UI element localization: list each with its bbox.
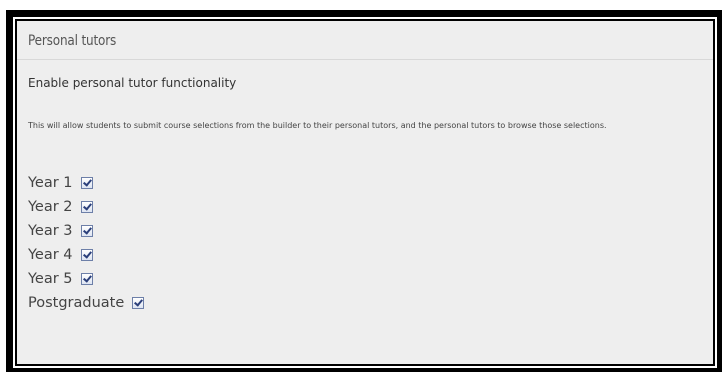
checkbox-year-4[interactable] xyxy=(80,249,93,261)
checkbox-row-postgraduate: Postgraduate xyxy=(28,291,145,315)
checkbox-row-year-5: Year 5 xyxy=(28,267,144,291)
checkbox-row-year-4: Year 4 xyxy=(28,243,144,267)
setting-description: This will allow students to submit cours… xyxy=(28,121,607,130)
screenshot-frame: Personal tutors Enable personal tutor fu… xyxy=(6,10,722,372)
title-divider xyxy=(17,59,713,60)
section-title: Personal tutors xyxy=(28,33,117,49)
checkbox-label-year-2: Year 2 xyxy=(28,199,73,215)
panel-border: Personal tutors Enable personal tutor fu… xyxy=(13,17,717,368)
checkbox-label-year-3: Year 3 xyxy=(28,223,73,239)
checkbox-year-3[interactable] xyxy=(80,225,93,237)
checkbox-year-1[interactable] xyxy=(80,177,93,189)
checkbox-label-year-5: Year 5 xyxy=(28,271,73,287)
checkbox-label-postgraduate: Postgraduate xyxy=(28,295,125,311)
checkbox-label-year-4: Year 4 xyxy=(28,247,73,263)
year-checkbox-list: Year 1 Year 2 Year 3 Year 4 Year 5 Postg… xyxy=(28,171,145,315)
settings-panel: Personal tutors Enable personal tutor fu… xyxy=(17,21,713,364)
checkbox-row-year-2: Year 2 xyxy=(28,195,144,219)
setting-label: Enable personal tutor functionality xyxy=(28,76,237,90)
checkbox-postgraduate[interactable] xyxy=(132,297,145,309)
checkbox-row-year-1: Year 1 xyxy=(28,171,144,195)
checkbox-label-year-1: Year 1 xyxy=(28,175,73,191)
checkbox-year-5[interactable] xyxy=(80,273,93,285)
checkbox-year-2[interactable] xyxy=(80,201,93,213)
checkbox-row-year-3: Year 3 xyxy=(28,219,144,243)
